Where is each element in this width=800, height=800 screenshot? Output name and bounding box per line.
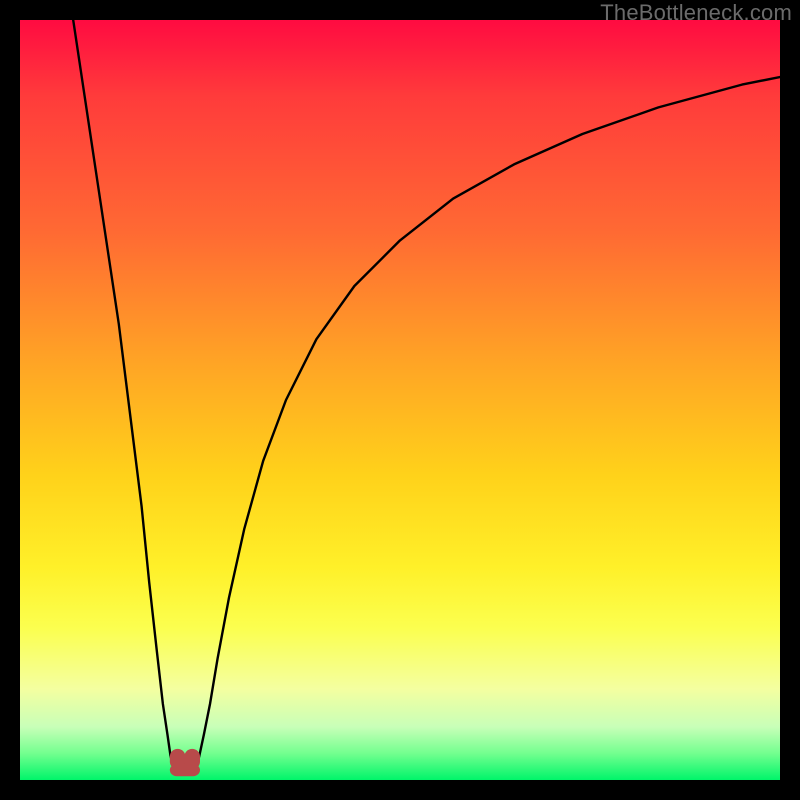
chart-svg [20, 20, 780, 780]
curve-right-branch [196, 77, 780, 768]
bottleneck-curves [73, 20, 780, 768]
u-marker [170, 749, 200, 776]
plot-area [20, 20, 780, 780]
chart-frame: TheBottleneck.com [0, 0, 800, 800]
u-marker-base [170, 764, 200, 776]
curve-left-branch [73, 20, 173, 768]
